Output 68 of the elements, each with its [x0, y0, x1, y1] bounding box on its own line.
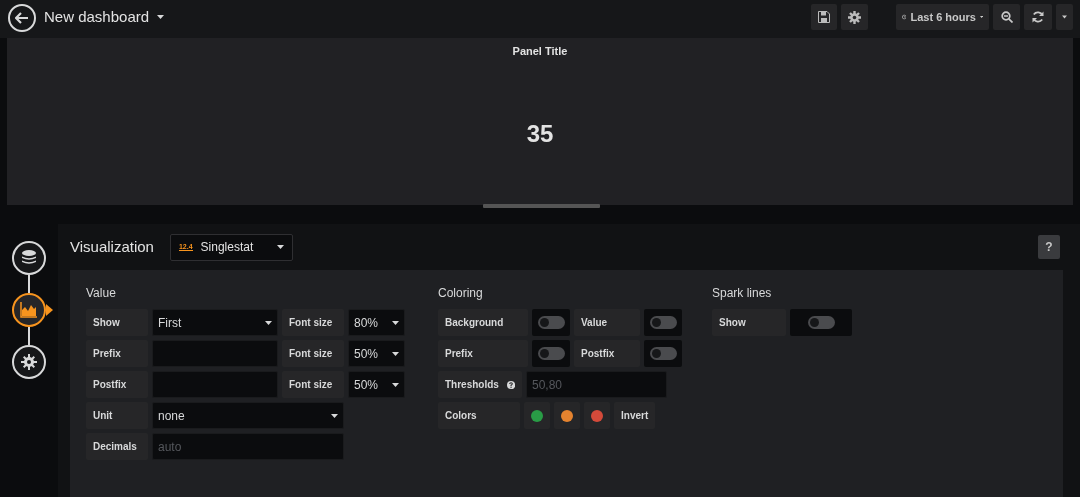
color-picker[interactable] [524, 402, 550, 429]
field-label: Postfix [574, 340, 640, 367]
panel-title: Panel Title [512, 45, 568, 57]
input-field[interactable]: 50,80 [526, 371, 667, 398]
caret-icon [392, 382, 399, 387]
caret-icon [277, 245, 285, 249]
section-title: Visualization [70, 236, 154, 257]
field-label: Font size [282, 340, 344, 367]
pointer-icon [46, 304, 53, 316]
save-button[interactable] [811, 4, 837, 30]
caret-icon [157, 15, 165, 19]
field-label: Show [712, 309, 786, 336]
select-field[interactable]: 80% [348, 309, 405, 336]
section-heading: Spark lines [712, 285, 773, 302]
database-icon [20, 249, 38, 267]
step-button[interactable] [12, 345, 46, 379]
caret-icon [331, 413, 338, 418]
caret-icon [392, 351, 399, 356]
field-label: Font size [282, 371, 344, 398]
caret-icon [392, 320, 399, 325]
field-label: Font size [282, 309, 344, 336]
field-label: Decimals [86, 433, 148, 460]
magnifier-icon [1000, 11, 1013, 23]
toggle-switch[interactable] [532, 309, 570, 336]
caret-icon [265, 320, 272, 325]
field-label: Unit [86, 402, 148, 429]
field-label: Colors [438, 402, 520, 429]
select-field[interactable]: 50% [348, 371, 405, 398]
caret-icon [979, 15, 983, 19]
select-field[interactable]: 50% [348, 340, 405, 367]
refresh-icon [1032, 11, 1044, 23]
field-label: Prefix [86, 340, 148, 367]
color-picker[interactable] [584, 402, 610, 429]
zoom-out-button[interactable] [993, 4, 1020, 30]
invert-button[interactable]: Invert [614, 402, 656, 429]
select-field[interactable]: none [152, 402, 344, 429]
settings-button[interactable] [841, 4, 868, 30]
toggle-switch[interactable] [644, 340, 682, 367]
settings-icon [848, 10, 861, 24]
toggle-switch[interactable] [532, 340, 570, 367]
color-picker[interactable] [554, 402, 580, 429]
resize-handle[interactable] [483, 204, 600, 208]
toggle-switch[interactable] [790, 309, 852, 336]
dashboard-title-button[interactable]: New dashboard [44, 4, 165, 30]
field-label: Prefix [438, 340, 528, 367]
field-label: Background [438, 309, 528, 336]
stat-value: 35 [526, 119, 554, 147]
area-chart-icon [20, 301, 38, 319]
input-field[interactable]: auto [152, 433, 344, 460]
back-arrow-icon [15, 12, 29, 24]
toggle-switch[interactable] [644, 309, 682, 336]
field-label: Value [574, 309, 640, 336]
select-field[interactable]: First [152, 309, 278, 336]
save-icon [818, 11, 830, 23]
time-range-button[interactable]: Last 6 hours [896, 4, 989, 30]
clock-icon [902, 12, 907, 22]
field-label: Show [86, 309, 148, 336]
section-heading: Coloring [438, 285, 484, 302]
caret-icon [1062, 15, 1067, 19]
field-label: Thresholds [438, 371, 522, 398]
step-button[interactable] [12, 241, 46, 275]
help-button[interactable]: ? [1038, 235, 1060, 259]
section-heading: Value [86, 285, 117, 302]
help-icon [506, 379, 515, 390]
gear-wrench-icon [20, 353, 38, 371]
back-button[interactable] [8, 4, 36, 32]
field-label: Postfix [86, 371, 148, 398]
refresh-button[interactable] [1024, 4, 1052, 30]
